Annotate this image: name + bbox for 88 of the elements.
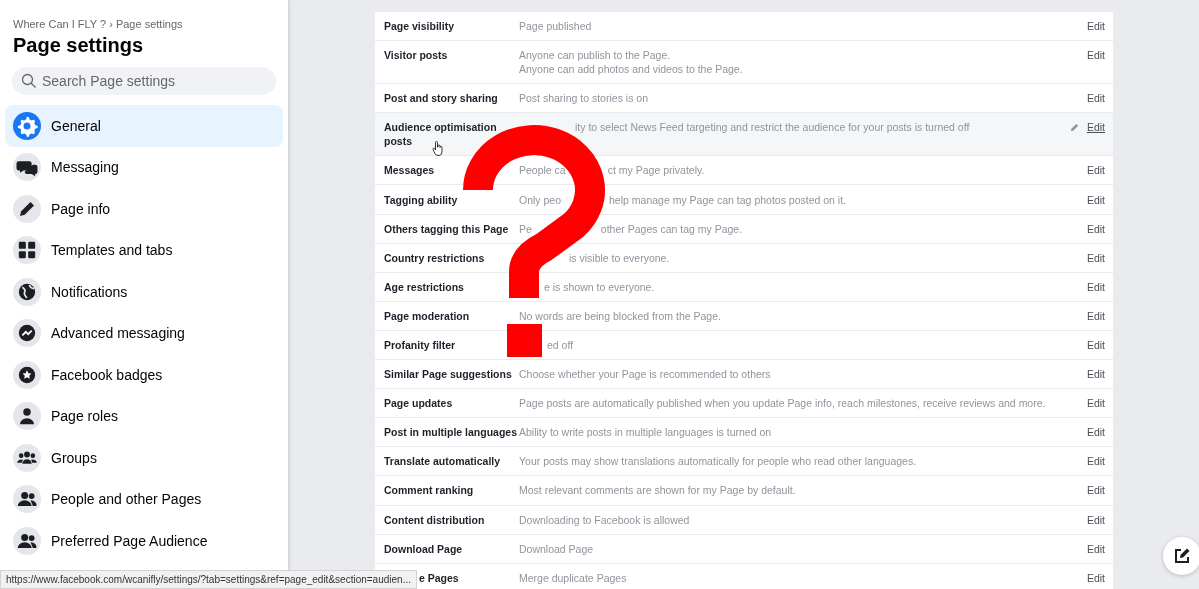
sidebar-item[interactable]: Facebook badges (5, 354, 283, 396)
setting-description: is visible to everyone. (568, 250, 670, 265)
edit-link[interactable]: Edit (1086, 221, 1105, 236)
sidebar-item[interactable]: Page roles (5, 395, 283, 437)
edit-link[interactable]: Edit (1086, 541, 1105, 556)
sidebar-item[interactable]: Groups (5, 437, 283, 479)
setting-label: Visitor posts (384, 48, 449, 63)
sidebar-item[interactable]: Templates and tabs (5, 229, 283, 271)
edit-link[interactable]: Edit (1086, 279, 1105, 294)
setting-description: Only peo (519, 192, 562, 207)
edit-link[interactable]: Edit (1086, 308, 1105, 323)
edit-link[interactable]: Edit (1086, 396, 1105, 411)
setting-label: Content distribution (384, 512, 486, 527)
page-title: Page settings (13, 34, 144, 57)
setting-label: Messages (384, 163, 436, 178)
edit-link[interactable]: Edit (1086, 483, 1105, 498)
setting-label: Page moderation (384, 308, 471, 323)
setting-description: e is shown to everyone. (543, 279, 655, 294)
pencil-icon (1069, 123, 1079, 133)
sidebar-item[interactable]: Preferred Page Audience (5, 520, 283, 562)
setting-label: Similar Page suggestions (384, 367, 513, 382)
sidebar-item[interactable]: Messaging (5, 146, 283, 188)
setting-label: Post in multiple languages (384, 425, 519, 440)
breadcrumb: Where Can I FLY ? › Page settings (13, 18, 183, 30)
setting-label: Page visibility (384, 19, 456, 34)
globe-icon (13, 277, 41, 306)
edit-link[interactable]: Edit (1086, 338, 1105, 352)
setting-label: Download Page (384, 541, 464, 556)
edit-link[interactable]: Edit (1086, 570, 1105, 585)
chat-bubbles-icon (13, 153, 41, 182)
search-field[interactable]: Search Page settings (12, 67, 276, 95)
setting-description: ed off (546, 338, 574, 352)
setting-description: People ca (519, 163, 566, 178)
edit-link[interactable]: Edit (1086, 19, 1105, 34)
sidebar-item[interactable]: Page info (5, 188, 283, 230)
edit-link[interactable]: Edit (1086, 367, 1105, 382)
edit-link[interactable]: Edit (1086, 454, 1105, 469)
search-icon (21, 73, 37, 89)
message-bubble-icon (13, 319, 41, 348)
edit-link[interactable]: Edit (1086, 425, 1105, 440)
setting-description: Page posts are automatically published when you update Page info, reach milestones, receive reviews and more. (519, 396, 1046, 411)
setting-description: Downloading to Facebook is allowed (519, 512, 690, 527)
settings-icon (13, 111, 41, 140)
setting-label: Profanity filter (384, 338, 457, 352)
setting-description: Pe (519, 221, 532, 236)
sidebar-item[interactable]: Notifications (5, 271, 283, 313)
setting-description: Anyone can publish to the Page. Anyone can add photos and videos to the Page. (519, 48, 743, 77)
setting-label: Age restrictions (384, 279, 465, 294)
compose-icon (1173, 547, 1191, 565)
sidebar-item[interactable]: People and other Pages (5, 478, 283, 520)
edit-link[interactable]: Edit (1086, 48, 1105, 63)
setting-description: Ability to write posts in multiple languages is turned on (519, 425, 772, 440)
setting-description: Download Page (519, 541, 594, 556)
grid-icon (13, 236, 41, 265)
people-icon (13, 526, 41, 555)
edit-link[interactable]: Edit (1086, 120, 1105, 135)
edit-link[interactable]: Edit (1086, 512, 1105, 527)
setting-description: ity to select News Feed targeting and restrict the audience for your posts is turned off (574, 120, 970, 135)
setting-description: Post sharing to stories is on (519, 91, 648, 106)
setting-label: Page updates (384, 396, 454, 411)
setting-description: ct my Page privately. (607, 163, 705, 178)
pencil-icon (13, 194, 41, 223)
compose-button[interactable] (1163, 537, 1199, 575)
group-icon (13, 443, 41, 472)
edit-link[interactable]: Edit (1086, 250, 1105, 265)
setting-description: Your posts may show translations automatically for people who read other languages. (519, 454, 917, 469)
setting-label: Others tagging this Page (384, 221, 510, 236)
setting-label: Comment ranking (384, 483, 475, 498)
sidebar-item[interactable]: Advanced messaging (5, 312, 283, 354)
setting-description: Choose whether your Page is recommended to others (519, 367, 771, 382)
setting-label: Country restrictions (384, 250, 486, 265)
setting-label: Translate automatically (384, 454, 502, 469)
edit-link[interactable]: Edit (1086, 91, 1105, 106)
edit-link[interactable]: Edit (1086, 192, 1105, 207)
sidebar-item[interactable]: General (5, 105, 283, 147)
setting-description: Most relevant comments are shown for my Page by default. (519, 483, 796, 498)
status-url: https://www.facebook.com/wcanifly/settings/?tab=settings&ref=page_edit&section=audien... (0, 570, 417, 589)
edit-link[interactable]: Edit (1086, 163, 1105, 178)
setting-description: Page published (519, 19, 592, 34)
star-badge-icon (13, 360, 41, 389)
setting-description: Merge duplicate Pages (519, 570, 627, 585)
setting-description: No words are being blocked from the Page. (519, 308, 721, 323)
person-icon (13, 402, 41, 431)
people-icon (13, 485, 41, 514)
setting-label: Post and story sharing (384, 91, 499, 106)
setting-label: Tagging ability (384, 192, 459, 207)
setting-description: other Pages can tag my Page. (600, 221, 743, 236)
setting-description: help manage my Page can tag photos posted on it. (609, 192, 847, 207)
